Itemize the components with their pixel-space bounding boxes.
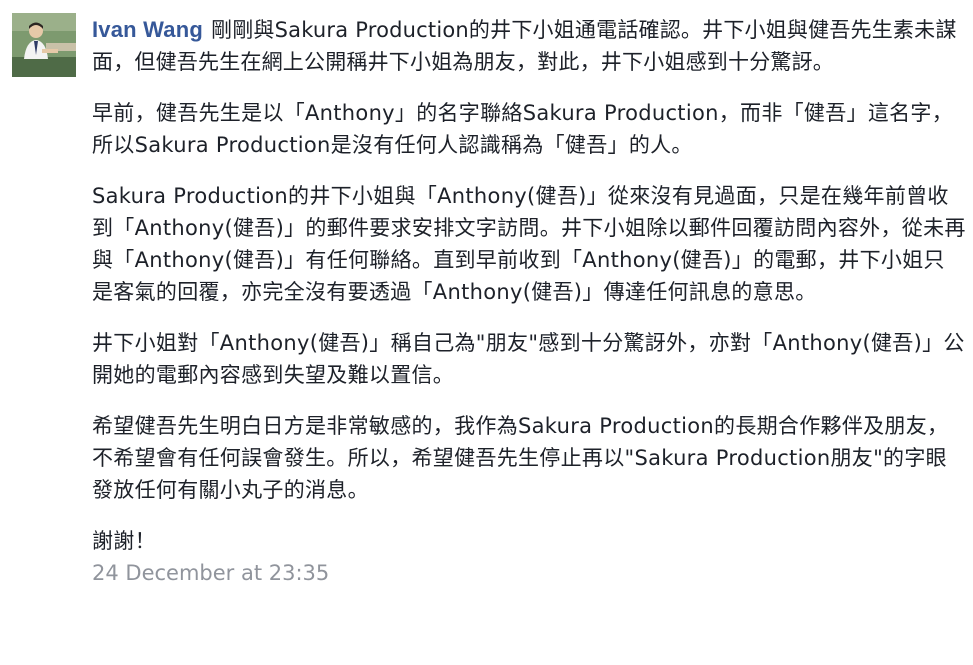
comment-timestamp-link[interactable]: 24 December at 23:35	[92, 559, 966, 587]
avatar-photo	[12, 13, 76, 77]
comment-body: Ivan Wang 剛剛與Sakura Production的井下小姐通電話確認。…	[92, 14, 966, 587]
comment-paragraph-1: Ivan Wang 剛剛與Sakura Production的井下小姐通電話確認。…	[92, 14, 966, 78]
comment-paragraph-2: 早前，健吾先生是以「Anthony」的名字聯絡Sakura Production…	[92, 101, 954, 157]
comment-paragraph-5: 希望健吾先生明白日方是非常敏感的，我作為Sakura Production的長期…	[92, 414, 949, 502]
avatar[interactable]	[12, 13, 76, 77]
comment-paragraph-3: Sakura Production的井下小姐與「Anthony(健吾)」從來沒有…	[92, 184, 966, 304]
paragraph-text: 剛剛與Sakura Production的井下小姐通電話確認。井下小姐與健吾先生…	[92, 18, 957, 74]
comment-post: Ivan Wang 剛剛與Sakura Production的井下小姐通電話確認。…	[0, 0, 973, 665]
comment-paragraph-thanks: 謝謝！	[92, 529, 156, 553]
author-name-link[interactable]: Ivan Wang	[92, 17, 203, 42]
comment-paragraph-4: 井下小姐對「Anthony(健吾)」稱自己為"朋友"感到十分驚訝外，亦對「Ant…	[92, 331, 965, 387]
